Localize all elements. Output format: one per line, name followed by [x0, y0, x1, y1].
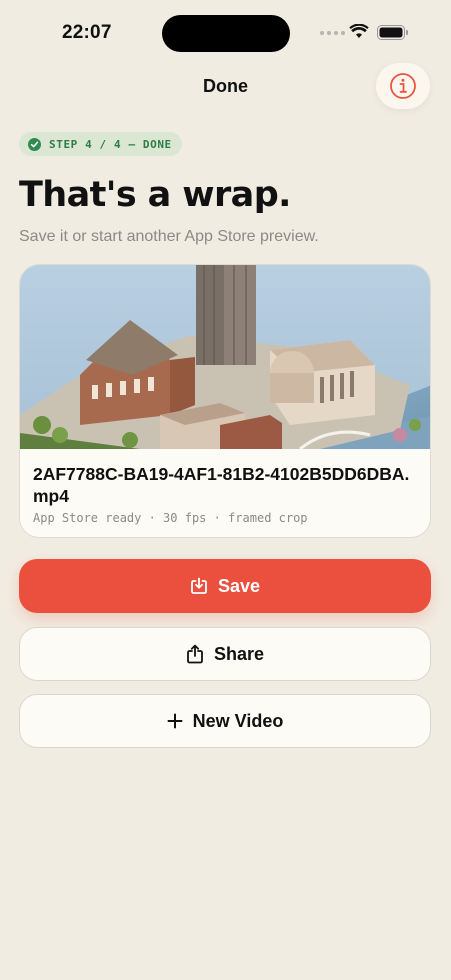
info-icon [390, 73, 416, 99]
dynamic-island [162, 15, 290, 52]
page-title: That's a wrap. [19, 175, 291, 215]
save-button-label: Save [217, 575, 261, 596]
battery-icon [377, 25, 408, 40]
info-button[interactable] [376, 63, 430, 109]
video-thumbnail [20, 265, 430, 449]
share-button[interactable]: Share [19, 627, 431, 681]
video-card[interactable]: 2AF7788C-BA19-4AF1-81B2-4102B5DD6DBA.mp4… [19, 264, 431, 538]
share-icon [186, 644, 204, 664]
file-name: 2AF7788C-BA19-4AF1-81B2-4102B5DD6DBA.mp4 [33, 464, 410, 506]
share-button-label: Share [213, 643, 265, 664]
status-time: 22:07 [62, 22, 112, 43]
page-subtitle: Save it or start another App Store previ… [19, 228, 319, 245]
step-badge: STEP 4 / 4 — DONE [19, 132, 182, 156]
wifi-icon [349, 24, 369, 38]
signal-dots-icon [320, 31, 345, 35]
new-video-button[interactable]: New Video [19, 694, 431, 748]
check-icon [28, 137, 41, 151]
file-meta: App Store ready · 30 fps · framed crop [33, 511, 308, 525]
step-label: STEP 4 / 4 — DONE [49, 137, 172, 151]
save-button[interactable]: Save [19, 559, 431, 613]
plus-icon [167, 713, 183, 729]
status-bar: 22:07 [0, 0, 451, 64]
new-video-button-label: New Video [192, 710, 284, 731]
save-icon [190, 577, 208, 595]
